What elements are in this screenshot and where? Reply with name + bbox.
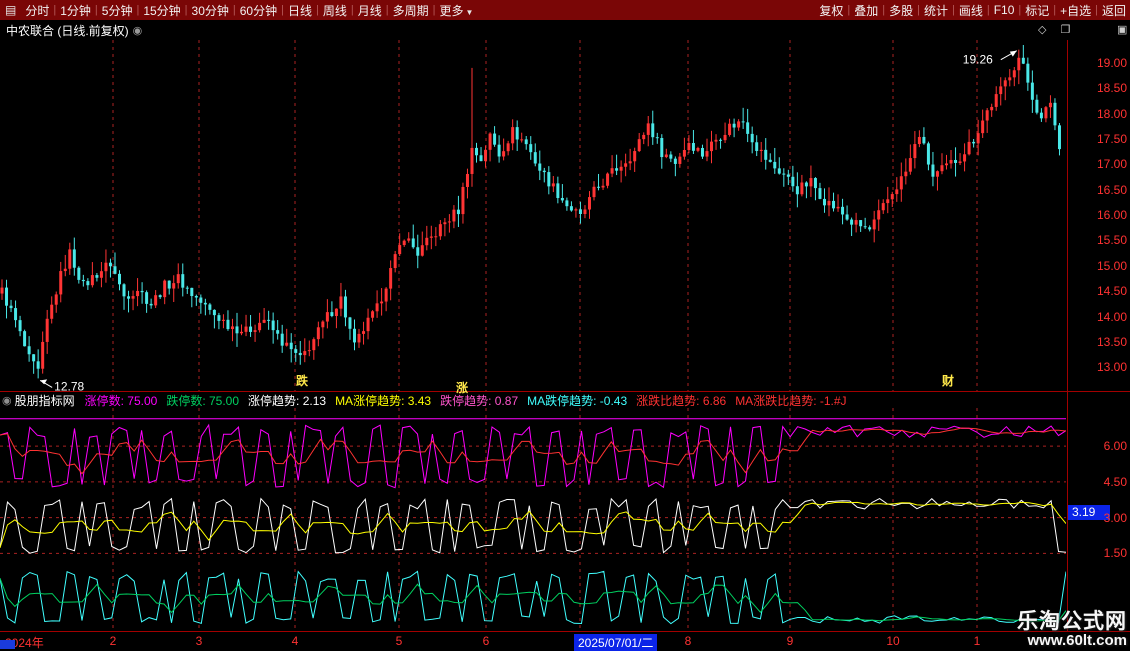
- chart-marker: 财: [942, 372, 954, 389]
- menu-item-right-8[interactable]: 返回: [1098, 2, 1130, 19]
- period-menu-items: 分时|1分钟|5分钟|15分钟|30分钟|60分钟|日线|周线|月线|多周期|更…: [21, 2, 477, 19]
- indicator-field-2: 涨停趋势: 2.13: [248, 394, 326, 408]
- indicator-tick: 4.50: [1104, 475, 1127, 489]
- crosshair-date-label: 2025/07/01/二: [574, 634, 657, 651]
- menu-item-right-4[interactable]: 画线: [955, 2, 987, 19]
- price-tick: 13.50: [1097, 335, 1127, 349]
- menu-item-5[interactable]: 60分钟: [236, 2, 281, 19]
- title-dropdown-icon[interactable]: ◉: [133, 24, 143, 37]
- watermark-url: www.60lt.com: [1017, 633, 1127, 650]
- indicator-chart[interactable]: [0, 408, 1066, 632]
- menu-item-8[interactable]: 月线: [354, 2, 386, 19]
- menu-bar: ▤ 分时|1分钟|5分钟|15分钟|30分钟|60分钟|日线|周线|月线|多周期…: [0, 0, 1130, 20]
- indicator-icon: ◉: [2, 394, 12, 407]
- price-tick: 16.50: [1097, 183, 1127, 197]
- price-tick: 16.00: [1097, 208, 1127, 222]
- menu-item-1[interactable]: 1分钟: [56, 2, 95, 19]
- indicator-tick: 3.00: [1104, 511, 1127, 525]
- watermark-site-name: 乐淘公式网: [1017, 610, 1127, 634]
- indicator-tick: 6.00: [1104, 439, 1127, 453]
- svg-text:19.26: 19.26: [963, 53, 993, 67]
- menu-item-right-7[interactable]: +自选: [1056, 2, 1095, 19]
- status-icon[interactable]: [0, 640, 15, 649]
- app-grid-icon[interactable]: ▤: [0, 3, 21, 17]
- menu-item-9[interactable]: 多周期: [389, 2, 433, 19]
- title-bar: 中农联合 (日线.前复权) ◉: [0, 20, 1130, 40]
- menu-item-2[interactable]: 5分钟: [98, 2, 137, 19]
- time-label: 3: [196, 634, 203, 648]
- menu-item-7[interactable]: 周线: [319, 2, 351, 19]
- price-tick: 17.00: [1097, 157, 1127, 171]
- time-label: 10: [886, 634, 899, 648]
- watermark: 乐淘公式网 www.60lt.com: [1017, 610, 1127, 650]
- menu-item-6[interactable]: 日线: [284, 2, 316, 19]
- menu-item-right-2[interactable]: 多股: [885, 2, 917, 19]
- chart-marker: 跌: [296, 372, 308, 389]
- chevron-down-icon: ▼: [465, 8, 473, 17]
- indicator-name: 股朋指标网: [15, 393, 75, 408]
- indicator-tick: 1.50: [1104, 546, 1127, 560]
- menu-item-right-6[interactable]: 标记: [1021, 2, 1053, 19]
- menu-item-10[interactable]: 更多▼: [435, 2, 477, 19]
- separator: [0, 391, 1130, 392]
- chart-marker: 涨: [456, 379, 468, 396]
- time-label: 8: [685, 634, 692, 648]
- axis-separator: [1067, 40, 1068, 632]
- indicator-axis: 3.19 6.004.503.001.50: [1068, 408, 1130, 632]
- indicator-field-5: MA跌停趋势: -0.43: [527, 394, 627, 408]
- time-label: 2: [110, 634, 117, 648]
- indicator-field-1: 跌停数: 75.00: [166, 394, 239, 408]
- menu-item-3[interactable]: 15分钟: [139, 2, 184, 19]
- menu-item-right-3[interactable]: 统计: [920, 2, 952, 19]
- stock-title: 中农联合 (日线.前复权): [6, 22, 129, 39]
- indicator-fields: 涨停数: 75.00 跌停数: 75.00 涨停趋势: 2.13 MA涨停趋势: 3.…: [85, 393, 856, 408]
- menu-item-right-1[interactable]: 叠加: [850, 2, 882, 19]
- price-tick: 19.00: [1097, 56, 1127, 70]
- price-tick: 14.00: [1097, 310, 1127, 324]
- diamond-icon[interactable]: ◇: [1038, 23, 1046, 36]
- price-axis: 19.00 18.50 18.00 17.50 17.00 16.50 16.00 15.50…: [1068, 40, 1130, 392]
- time-label: 5: [396, 634, 403, 648]
- indicator-field-7: MA涨跌比趋势: -1.#J: [735, 394, 846, 408]
- indicator-field-4: 跌停趋势: 0.87: [440, 394, 518, 408]
- window-restore-icon[interactable]: ❐: [1060, 23, 1070, 36]
- tools-menu: 复权|叠加|多股|统计|画线|F10|标记|+自选|返回: [815, 2, 1130, 19]
- price-tick: 15.00: [1097, 259, 1127, 273]
- price-tick: 13.00: [1097, 360, 1127, 374]
- period-menu: ▤ 分时|1分钟|5分钟|15分钟|30分钟|60分钟|日线|周线|月线|多周期…: [0, 2, 477, 19]
- time-axis: 2024年234562025/07/01/二89101: [0, 632, 1130, 650]
- price-tick: 14.50: [1097, 284, 1127, 298]
- menu-item-0[interactable]: 分时: [21, 2, 53, 19]
- time-label: 1: [974, 634, 981, 648]
- indicator-field-6: 涨跌比趋势: 6.86: [636, 394, 726, 408]
- time-label: 9: [787, 634, 794, 648]
- price-tick: 17.50: [1097, 132, 1127, 146]
- price-tick: 15.50: [1097, 233, 1127, 247]
- menu-item-right-5[interactable]: F10: [990, 3, 1019, 17]
- indicator-header[interactable]: ◉ 股朋指标网 涨停数: 75.00 跌停数: 75.00 涨停趋势: 2.13 MA…: [2, 393, 1066, 408]
- indicator-field-3: MA涨停趋势: 3.43: [335, 394, 431, 408]
- time-label: 4: [292, 634, 299, 648]
- menu-item-right-0[interactable]: 复权: [815, 2, 847, 19]
- menu-item-4[interactable]: 30分钟: [188, 2, 233, 19]
- price-tick: 18.50: [1097, 81, 1127, 95]
- panel-icon[interactable]: ▣: [1117, 23, 1127, 36]
- indicator-field-0: 涨停数: 75.00: [85, 394, 158, 408]
- candlestick-chart[interactable]: 19.2612.78: [0, 40, 1066, 392]
- price-tick: 18.00: [1097, 107, 1127, 121]
- time-label: 6: [483, 634, 490, 648]
